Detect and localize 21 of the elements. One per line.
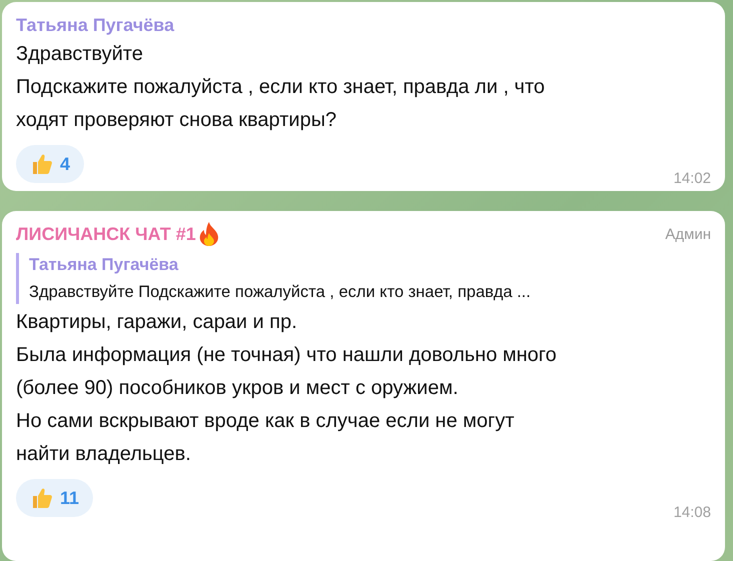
sender-name[interactable]: ЛИСИЧАНСК ЧАТ #1: [16, 224, 196, 244]
message-text: Квартиры, гаражи, сараи и пр.: [16, 310, 298, 335]
reply-quote[interactable]: Татьяна Пугачёва Здравствуйте Подскажите пожалуйста , если кто знает, правда ...: [16, 253, 711, 304]
message-text: Но сами вскрывают вроде как в случае если не могут: [16, 409, 516, 434]
message-text: Здравствуйте: [16, 42, 144, 67]
thumbs-up-icon: [30, 486, 54, 510]
message-text: Подскажите пожалуйста , если кто знает, правда ли , что: [16, 75, 546, 100]
message-time: 14:08: [673, 504, 711, 521]
sender-name[interactable]: Татьяна Пугачёва: [16, 14, 174, 36]
quoted-text: Здравствуйте Подскажите пожалуйста , если кто знает, правда ...: [29, 283, 532, 302]
message-time: 14:02: [673, 170, 711, 187]
quoted-sender: Татьяна Пугачёва: [29, 255, 180, 275]
message-text: найти владельцев.: [16, 442, 192, 467]
reaction-button[interactable]: 4: [16, 145, 84, 183]
thumbs-up-icon: [30, 152, 54, 176]
message-text: (более 90) пособников укров и мест с оружием.: [16, 376, 460, 401]
reaction-button[interactable]: 11: [16, 479, 94, 517]
admin-label: Админ: [665, 226, 711, 242]
message-text: Была информация (не точная) что нашли довольно много: [16, 343, 558, 368]
message-text: ходят проверяют снова квартиры?: [16, 108, 338, 133]
fire-icon: [198, 221, 220, 247]
